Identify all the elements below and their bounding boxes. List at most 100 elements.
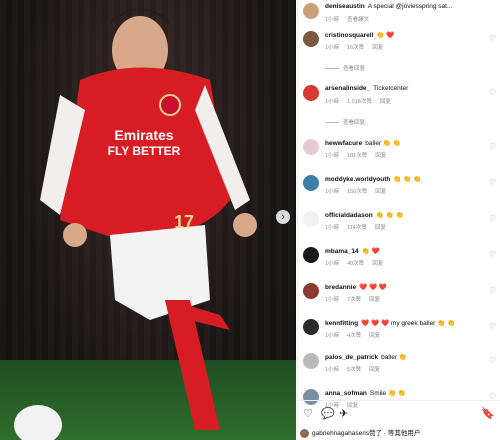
reply-button[interactable]: 回复: [375, 153, 386, 159]
reply-button[interactable]: 回复: [375, 225, 386, 231]
comment-likes: 4次赞: [347, 333, 362, 339]
avatar[interactable]: [303, 283, 319, 299]
comment-time: 1小時: [325, 189, 340, 195]
avatar[interactable]: [303, 3, 319, 19]
comment-body: baller 👏: [381, 354, 407, 361]
heart-icon[interactable]: ♡: [489, 34, 496, 43]
player-illustration: [14, 9, 257, 440]
comment-meta: 1小時 1,018次赞 回复: [325, 97, 391, 105]
comment-text: mbama_14 👏 ❤️: [325, 247, 485, 255]
sponsor-line-1: Emirates: [114, 127, 174, 143]
comment-username[interactable]: cristinosquarell: [325, 32, 373, 39]
comment-username[interactable]: anna_sofman: [325, 390, 367, 397]
comment-likes: 16次赞: [347, 45, 365, 51]
comment-username[interactable]: hewwfacure: [325, 140, 362, 147]
chevron-right-icon[interactable]: ›: [276, 210, 290, 224]
share-icon[interactable]: ✈: [339, 407, 348, 420]
comment-body: baller 👏 👏: [365, 140, 401, 147]
reply-button[interactable]: 回复: [369, 367, 380, 373]
comment-text: palos_de_patrick baller 👏: [325, 353, 485, 361]
avatar[interactable]: [303, 31, 319, 47]
comment-text: kennfitting ❤️ ❤️ ❤️ my greek baller 👏 👏: [325, 319, 485, 327]
comment-text: officialdadason 👏 👏 👏: [325, 211, 485, 219]
sponsor-logo: Emirates FLY BETTER: [104, 127, 184, 159]
avatar[interactable]: [303, 139, 319, 155]
comment-likes: 40次赞: [347, 261, 365, 267]
comment-icon[interactable]: 💬: [321, 407, 335, 420]
comment-meta: 1小時 16次赞 回复: [325, 43, 383, 51]
heart-icon[interactable]: ♡: [489, 214, 496, 223]
comment-time: 1小時: [325, 261, 340, 267]
comment-text: deniseaustin A special @joviesspring sat.…: [325, 3, 485, 10]
like-icon[interactable]: ♡: [303, 407, 313, 420]
comment-time: 1小時: [325, 45, 340, 51]
comment-item: kennfitting ❤️ ❤️ ❤️ my greek baller 👏 👏 1…: [298, 316, 500, 352]
heart-icon[interactable]: ♡: [489, 178, 496, 187]
comment-username[interactable]: arsenalinside_: [325, 85, 370, 92]
comment-username[interactable]: mbama_14: [325, 248, 359, 255]
save-icon[interactable]: 🔖: [481, 407, 495, 420]
comment-item: mbama_14 👏 ❤️ 1小時 40次赞 回复 ♡: [298, 244, 500, 280]
reply-button[interactable]: 回复: [369, 297, 380, 303]
heart-icon[interactable]: ♡: [489, 250, 496, 259]
comment-username[interactable]: deniseaustin: [325, 3, 365, 10]
comment-time: 1小時: [325, 153, 340, 159]
comment-meta: 1小時 7次赞 回复: [325, 295, 380, 303]
heart-icon[interactable]: ♡: [489, 356, 496, 365]
reply-button[interactable]: 回复: [380, 99, 391, 105]
reply-button[interactable]: 回复: [372, 261, 383, 267]
comment-meta: 1小時 40次赞 回复: [325, 259, 383, 267]
heart-icon[interactable]: ♡: [489, 286, 496, 295]
avatar[interactable]: [303, 211, 319, 227]
comment-likes: 114次赞: [347, 225, 367, 231]
liked-by-row[interactable]: gabriehnagahaseris赞了 · 等其他用户: [300, 427, 496, 438]
comment-likes: 150次赞: [347, 189, 368, 195]
avatar[interactable]: [303, 175, 319, 191]
comment-body: A special @joviesspring sat...: [367, 3, 453, 10]
comment-username[interactable]: bredannie: [325, 284, 356, 291]
heart-icon[interactable]: ♡: [489, 142, 496, 151]
view-replies-link[interactable]: 查看回复: [325, 118, 365, 126]
comment-text: arsenalinside_ Ticketcenter: [325, 85, 485, 92]
liked-by-text: gabriehnagahaseris赞了 · 等其他用户: [312, 430, 421, 437]
reply-button[interactable]: 查看譯文: [347, 17, 369, 23]
comment-item: hewwfacure baller 👏 👏 1小時 181次赞 回复 ♡: [298, 136, 500, 172]
comment-time: 1小時: [325, 297, 340, 303]
comment-username[interactable]: officialdadason: [325, 212, 373, 219]
comment-time: 1小時: [325, 99, 340, 105]
comments-panel: deniseaustin A special @joviesspring sat.…: [297, 0, 500, 440]
view-replies-link[interactable]: 查看回复: [325, 64, 365, 72]
comment-body: ❤️ ❤️ ❤️: [359, 284, 387, 291]
reply-button[interactable]: 回复: [375, 189, 386, 195]
comment-text: bredannie ❤️ ❤️ ❤️: [325, 283, 485, 291]
comment-body: ❤️ ❤️ ❤️ my greek baller 👏 👏: [361, 320, 456, 327]
comment-item: palos_de_patrick baller 👏 1小時 5次赞 回复 ♡: [298, 350, 500, 386]
avatar[interactable]: [303, 319, 319, 335]
heart-icon[interactable]: ♡: [489, 88, 496, 97]
sponsor-line-2: FLY BETTER: [107, 144, 181, 158]
comment-body: 👏 ❤️: [376, 32, 395, 39]
comment-time: 1小時: [325, 225, 340, 231]
comment-item: officialdadason 👏 👏 👏 1小時 114次赞 回复 ♡: [298, 208, 500, 244]
comment-likes: 1,018次赞: [347, 99, 372, 105]
comment-item: bredannie ❤️ ❤️ ❤️ 1小時 7次赞 回复 ♡: [298, 280, 500, 316]
comment-text: cristinosquarell 👏 ❤️: [325, 31, 485, 39]
comment-text: moddyke.worldyouth 👏 👏 👏: [325, 175, 485, 183]
comment-username[interactable]: moddyke.worldyouth: [325, 176, 390, 183]
comment-item: cristinosquarell 👏 ❤️ 1小時 16次赞 回复 ♡: [298, 28, 500, 64]
avatar[interactable]: [303, 247, 319, 263]
comment-username[interactable]: kennfitting: [325, 320, 358, 327]
comment-meta: 1小時 114次赞 回复: [325, 223, 386, 231]
comment-time: 1小時: [325, 333, 340, 339]
reply-button[interactable]: 回复: [369, 333, 380, 339]
comment-text: anna_sofman Smile 👏 👏: [325, 389, 485, 397]
comment-username[interactable]: palos_de_patrick: [325, 354, 378, 361]
reply-button[interactable]: 回复: [372, 45, 383, 51]
comment-meta: 1小時 181次赞 回复: [325, 151, 386, 159]
comment-item: moddyke.worldyouth 👏 👏 👏 1小時 150次赞 回复 ♡: [298, 172, 500, 208]
comment-body: Smile 👏 👏: [369, 390, 406, 397]
avatar[interactable]: [303, 353, 319, 369]
comment-body: 👏 👏 👏: [375, 212, 404, 219]
avatar[interactable]: [303, 85, 319, 101]
heart-icon[interactable]: ♡: [489, 322, 496, 331]
